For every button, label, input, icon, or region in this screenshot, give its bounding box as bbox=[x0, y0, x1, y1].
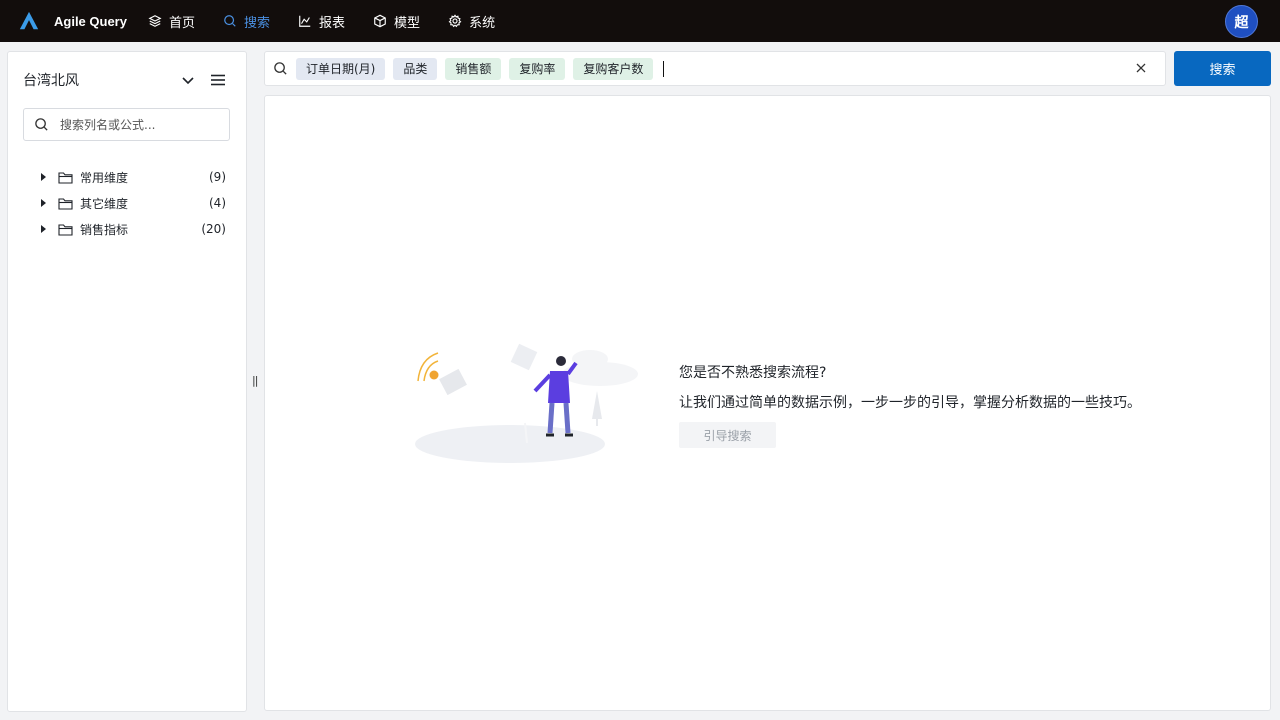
tree-folder-count: (9) bbox=[209, 170, 226, 184]
query-token-dimension[interactable]: 品类 bbox=[393, 57, 438, 80]
gear-icon bbox=[448, 14, 462, 28]
query-search-bar[interactable]: 订单日期(月) 品类 销售额 复购率 复购客户数 bbox=[264, 51, 1166, 86]
user-avatar[interactable]: 超 bbox=[1225, 5, 1258, 38]
chevron-down-icon[interactable] bbox=[180, 72, 196, 88]
folder-icon bbox=[58, 223, 73, 236]
tree-folder-common-dimensions[interactable]: 常用维度 (9) bbox=[38, 164, 226, 190]
top-navigation-bar: Agile Query 首页 搜索 报表 模型 系统 超 bbox=[0, 0, 1280, 42]
guided-search-button[interactable]: 引导搜索 bbox=[679, 422, 776, 448]
nav-reports-label: 报表 bbox=[319, 15, 346, 31]
tree-folder-count: (4) bbox=[209, 196, 226, 210]
nav-system-label: 系统 bbox=[469, 15, 496, 31]
folder-icon bbox=[58, 171, 73, 184]
tree-folder-sales-metrics[interactable]: 销售指标 (20) bbox=[38, 216, 226, 242]
tree-folder-other-dimensions[interactable]: 其它维度 (4) bbox=[38, 190, 226, 216]
layers-icon bbox=[148, 15, 162, 27]
app-logo-icon bbox=[19, 11, 39, 30]
caret-right-icon[interactable] bbox=[41, 199, 46, 207]
cube-icon bbox=[374, 14, 386, 28]
tree-folder-label: 常用维度 bbox=[80, 170, 129, 185]
search-icon bbox=[224, 15, 236, 27]
tree-folder-label: 其它维度 bbox=[80, 196, 129, 211]
data-source-panel: 台湾北风 常用维度 (9) 其它维度 (4) bbox=[7, 51, 247, 712]
column-search-input[interactable] bbox=[58, 116, 222, 133]
tree-folder-label: 销售指标 bbox=[80, 222, 129, 237]
query-token-measure[interactable]: 复购率 bbox=[509, 57, 566, 80]
nav-system[interactable]: 系统 bbox=[448, 12, 495, 31]
guide-description: 让我们通过简单的数据示例，一步一步的引导，掌握分析数据的一些技巧。 bbox=[679, 395, 1141, 411]
query-token-measure[interactable]: 销售额 bbox=[445, 57, 502, 80]
guide-title: 您是否不熟悉搜索流程? bbox=[679, 365, 827, 381]
panel-resize-handle[interactable]: || bbox=[252, 374, 259, 387]
brand[interactable]: Agile Query bbox=[18, 10, 148, 32]
nav-reports[interactable]: 报表 bbox=[298, 12, 345, 31]
panel-header: 台湾北风 bbox=[23, 70, 226, 90]
menu-icon[interactable] bbox=[210, 72, 226, 88]
nav-models[interactable]: 模型 bbox=[373, 12, 420, 31]
app-name: Agile Query bbox=[54, 13, 127, 29]
query-token-measure[interactable]: 复购客户数 bbox=[573, 57, 654, 80]
field-tree: 常用维度 (9) 其它维度 (4) 销售指标 (20) bbox=[38, 164, 226, 242]
caret-right-icon[interactable] bbox=[41, 225, 46, 233]
text-cursor bbox=[663, 60, 665, 77]
nav-search[interactable]: 搜索 bbox=[223, 12, 270, 31]
folder-icon bbox=[58, 197, 73, 210]
empty-state-illustration bbox=[415, 343, 638, 463]
close-icon[interactable] bbox=[1133, 60, 1149, 76]
nav-search-label: 搜索 bbox=[244, 15, 271, 31]
data-source-title: 台湾北风 bbox=[23, 73, 79, 89]
search-icon bbox=[274, 62, 287, 75]
caret-right-icon[interactable] bbox=[41, 173, 46, 181]
nav-home[interactable]: 首页 bbox=[148, 12, 195, 31]
tree-folder-count: (20) bbox=[201, 222, 226, 236]
results-area: 您是否不熟悉搜索流程? 让我们通过简单的数据示例，一步一步的引导，掌握分析数据的… bbox=[264, 95, 1271, 711]
column-search-box[interactable] bbox=[23, 108, 230, 141]
nav-models-label: 模型 bbox=[394, 15, 421, 31]
query-token-dimension[interactable]: 订单日期(月) bbox=[296, 57, 386, 80]
nav-home-label: 首页 bbox=[169, 15, 196, 31]
search-button[interactable]: 搜索 bbox=[1174, 51, 1271, 86]
guide-panel: 您是否不熟悉搜索流程? 让我们通过简单的数据示例，一步一步的引导，掌握分析数据的… bbox=[679, 362, 1141, 448]
search-icon bbox=[35, 118, 48, 131]
chart-icon bbox=[299, 15, 311, 27]
